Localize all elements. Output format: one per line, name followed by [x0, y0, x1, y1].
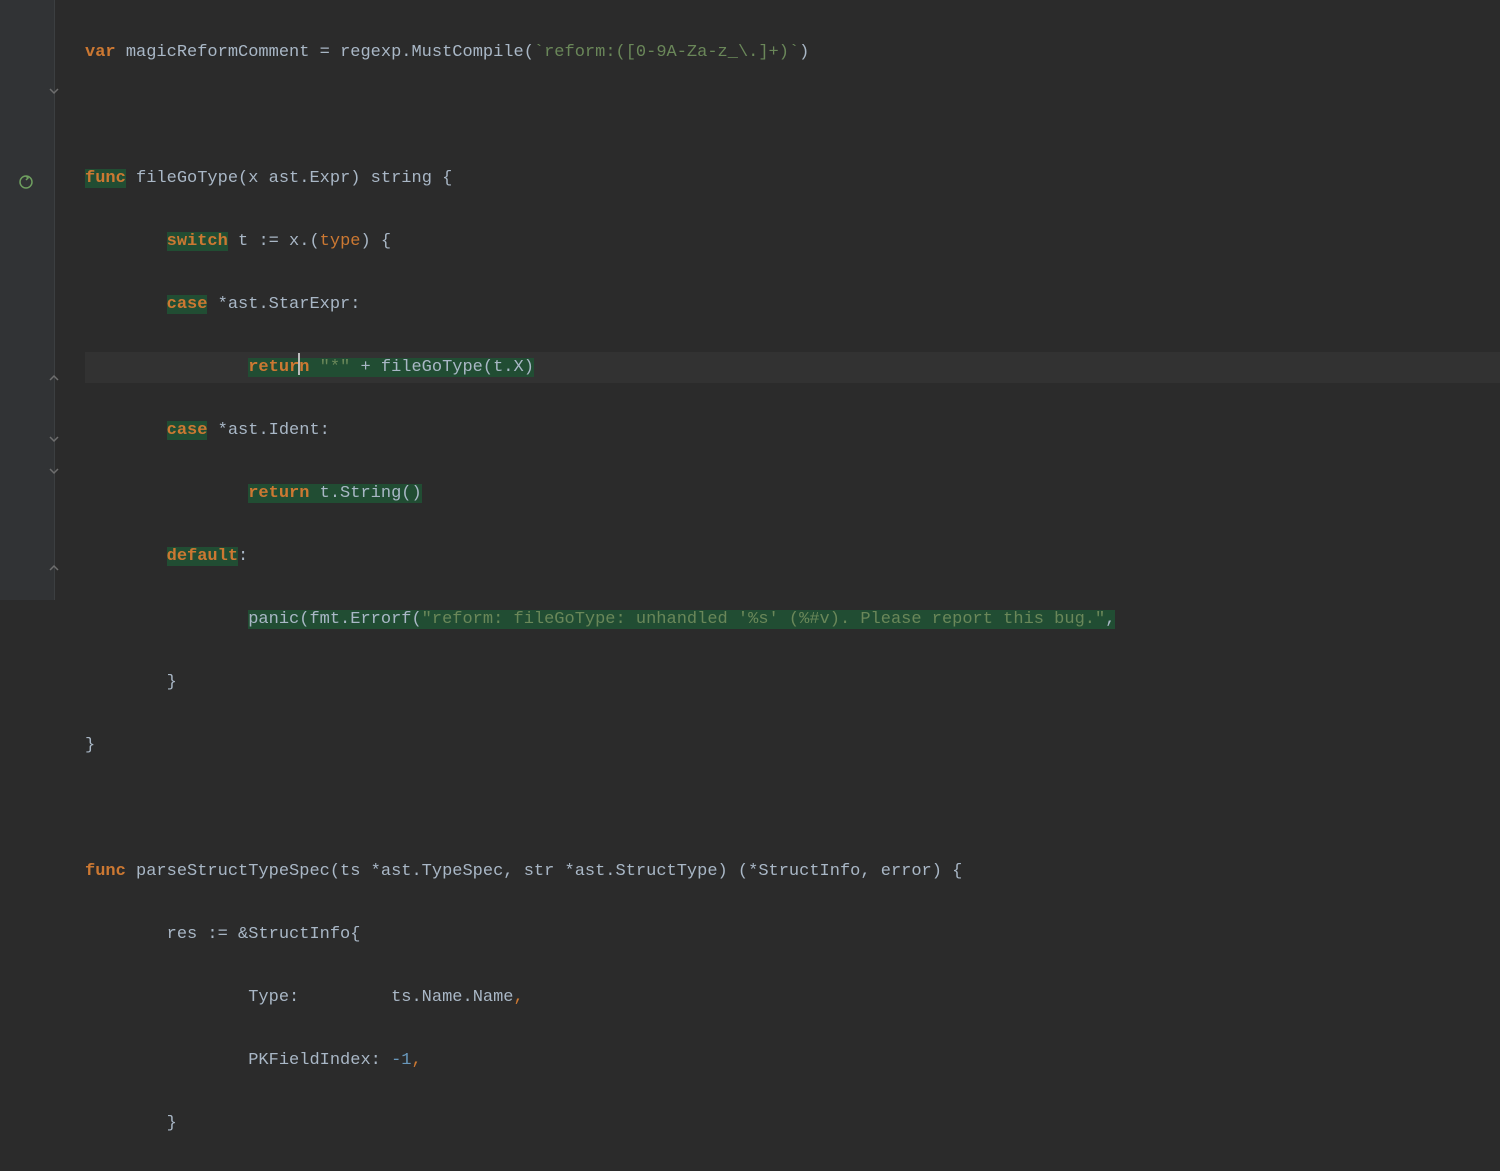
code-line[interactable]: res := &StructInfo{	[85, 919, 1500, 951]
keyword-var: var	[85, 43, 116, 62]
keyword-func: func	[85, 862, 126, 881]
keyword-return: return	[248, 358, 309, 377]
code-line[interactable]: }	[85, 730, 1500, 762]
function-name: parseStructTypeSpec	[126, 862, 330, 881]
code-line[interactable]: }	[85, 1108, 1500, 1140]
function-call: MustCompile	[411, 43, 523, 62]
keyword-default: default	[167, 547, 238, 566]
text-caret	[298, 353, 300, 375]
code-line[interactable]: Type: ts.Name.Name,	[85, 982, 1500, 1014]
code-line[interactable]: case *ast.StarExpr:	[85, 289, 1500, 321]
code-line[interactable]: PKFieldIndex: -1,	[85, 1045, 1500, 1077]
code-line[interactable]	[85, 100, 1500, 132]
code-line[interactable]: panic(fmt.Errorf("reform: fileGoType: un…	[85, 604, 1500, 636]
keyword-func: func	[85, 169, 126, 188]
editor-gutter	[0, 0, 55, 600]
code-line[interactable]: case *ast.Ident:	[85, 415, 1500, 447]
string-literal: "reform: fileGoType: unhandled '%s' (%#v…	[422, 610, 1106, 629]
code-line[interactable]: return t.String()	[85, 478, 1500, 510]
code-line[interactable]: var magicReformComment = regexp.MustComp…	[85, 37, 1500, 69]
code-editor[interactable]: var magicReformComment = regexp.MustComp…	[55, 5, 1500, 1171]
code-line[interactable]: func parseStructTypeSpec(ts *ast.TypeSpe…	[85, 856, 1500, 888]
string-literal: `reform:([0-9A-Za-z_\.]+)`	[534, 43, 799, 62]
number-literal: -1	[391, 1051, 411, 1070]
identifier: magicReformComment	[126, 43, 310, 62]
keyword-return: return	[248, 484, 309, 503]
builtin-panic: panic	[248, 610, 299, 629]
code-line[interactable]: switch t := x.(type) {	[85, 226, 1500, 258]
rerun-icon[interactable]	[18, 174, 34, 190]
function-name: fileGoType	[136, 169, 238, 188]
code-line[interactable]: func fileGoType(x ast.Expr) string {	[85, 163, 1500, 195]
code-line-current[interactable]: return "*" + fileGoType(t.X)	[85, 352, 1500, 384]
code-line[interactable]: }	[85, 667, 1500, 699]
string-literal: "*"	[309, 358, 360, 377]
keyword-case: case	[167, 295, 208, 314]
field-name: PKFieldIndex:	[248, 1051, 381, 1070]
keyword-type: type	[320, 232, 361, 251]
code-line[interactable]	[85, 793, 1500, 825]
keyword-case: case	[167, 421, 208, 440]
field-name: Type:	[248, 988, 299, 1007]
keyword-switch: switch	[167, 232, 228, 251]
code-line[interactable]: default:	[85, 541, 1500, 573]
identifier: regexp	[340, 43, 401, 62]
